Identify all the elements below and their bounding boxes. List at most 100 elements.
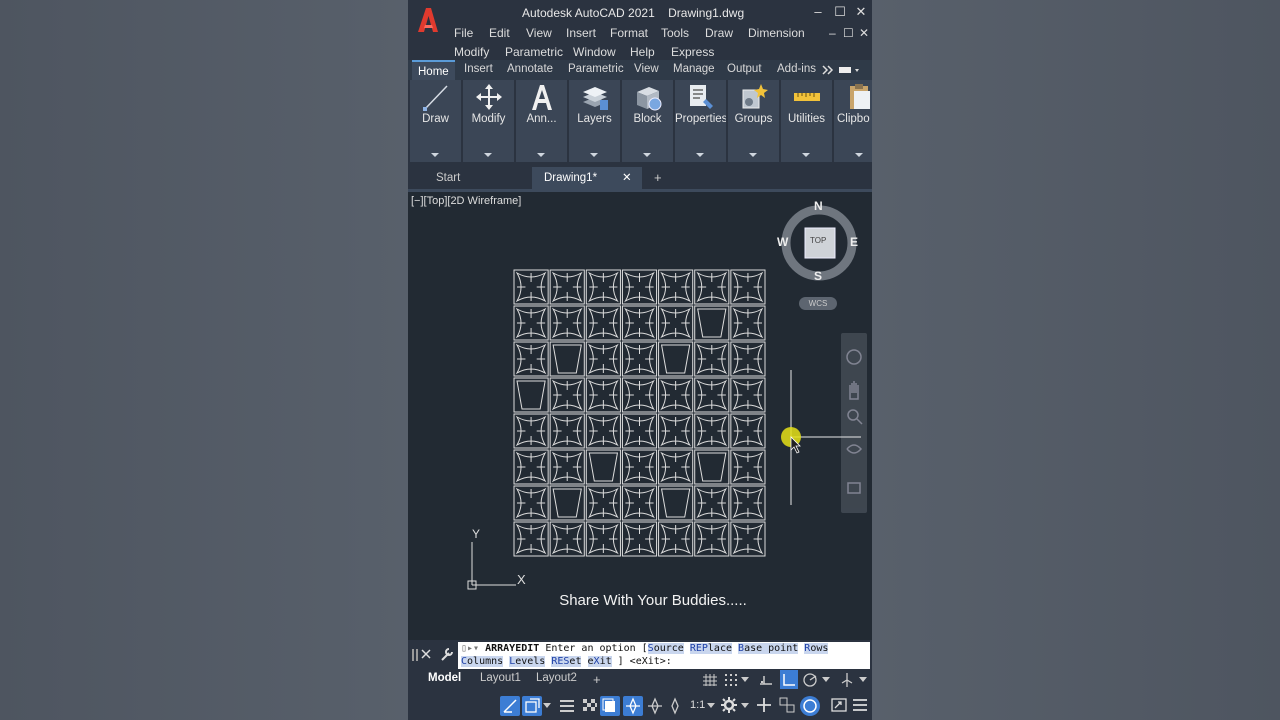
panel-annotation-dropdown-icon[interactable] bbox=[537, 153, 545, 157]
array-tile[interactable] bbox=[730, 521, 766, 557]
selection-dropdown-icon[interactable] bbox=[543, 703, 551, 709]
panel-groups-dropdown-icon[interactable] bbox=[749, 153, 757, 157]
array-tile[interactable] bbox=[513, 305, 549, 341]
dynamic-input-toggle[interactable] bbox=[500, 696, 520, 716]
array-tile[interactable] bbox=[513, 485, 549, 521]
option-source[interactable]: Source bbox=[647, 643, 684, 654]
array-tile[interactable] bbox=[621, 269, 658, 305]
workspace-dropdown-icon[interactable] bbox=[741, 703, 749, 709]
compass-south[interactable]: S bbox=[814, 269, 822, 283]
array-tile[interactable] bbox=[585, 305, 621, 341]
array-tile[interactable] bbox=[730, 485, 766, 521]
panel-modify-dropdown-icon[interactable] bbox=[484, 153, 492, 157]
isodraft-icon[interactable] bbox=[840, 672, 854, 688]
close-command-line-icon[interactable] bbox=[421, 649, 431, 659]
array-tile[interactable] bbox=[694, 413, 730, 449]
polar-tracking-icon[interactable] bbox=[802, 672, 818, 688]
array-tile[interactable] bbox=[658, 413, 694, 449]
menu-view[interactable]: View bbox=[526, 26, 552, 40]
file-tab-start[interactable]: Start bbox=[422, 167, 532, 189]
array-tile[interactable] bbox=[549, 521, 585, 557]
customization-menu-icon[interactable] bbox=[851, 696, 869, 714]
array-tile[interactable] bbox=[694, 269, 730, 305]
array-tile[interactable] bbox=[549, 341, 585, 377]
grip-icon[interactable] bbox=[411, 648, 419, 662]
compass-east[interactable]: E bbox=[850, 235, 858, 249]
grid-icon[interactable] bbox=[702, 673, 718, 687]
panel-layers-dropdown-icon[interactable] bbox=[590, 153, 598, 157]
scale-dropdown-icon[interactable] bbox=[707, 703, 715, 709]
array-tile[interactable] bbox=[585, 269, 621, 305]
add-layout-button[interactable]: + bbox=[593, 672, 601, 687]
panel-block[interactable]: Block bbox=[622, 80, 673, 162]
menu-format[interactable]: Format bbox=[610, 26, 648, 40]
minimize-button[interactable]: – bbox=[809, 4, 827, 19]
annotation-scale-icon[interactable] bbox=[666, 697, 684, 715]
new-tab-button[interactable]: + bbox=[654, 167, 662, 189]
option-rows[interactable]: Rows bbox=[804, 643, 829, 654]
panel-utilities[interactable]: Utilities bbox=[781, 80, 832, 162]
array-tile[interactable] bbox=[730, 449, 766, 485]
annotation-visibility-toggle[interactable] bbox=[623, 696, 643, 716]
quick-properties-toggle[interactable] bbox=[600, 696, 620, 716]
workspace-gear-icon[interactable] bbox=[720, 696, 738, 714]
tab-insert[interactable]: Insert bbox=[464, 63, 493, 75]
menu-edit[interactable]: Edit bbox=[489, 26, 510, 40]
tab-add-ins[interactable]: Add-ins bbox=[777, 63, 816, 75]
array-tile[interactable] bbox=[621, 341, 658, 377]
clean-screen-icon[interactable] bbox=[830, 696, 848, 714]
array-tile[interactable] bbox=[694, 521, 730, 557]
array-tile[interactable] bbox=[513, 377, 549, 413]
option-base-point[interactable]: Base point bbox=[738, 643, 799, 654]
panel-draw-dropdown-icon[interactable] bbox=[431, 153, 439, 157]
array-tile[interactable] bbox=[513, 341, 549, 377]
tab-layout1[interactable]: Layout1 bbox=[480, 672, 521, 684]
viewcube-top-face[interactable]: TOP bbox=[810, 236, 826, 245]
panel-groups[interactable]: Groups bbox=[728, 80, 779, 162]
array-tile[interactable] bbox=[621, 413, 658, 449]
close-button[interactable]: ✕ bbox=[852, 4, 870, 20]
menu-tools[interactable]: Tools bbox=[661, 26, 689, 40]
panel-annotation[interactable]: Ann... bbox=[516, 80, 567, 162]
tab-output[interactable]: Output bbox=[727, 63, 762, 75]
array-tile[interactable] bbox=[585, 377, 621, 413]
option-replace[interactable]: REPlace bbox=[689, 643, 732, 654]
drawing-area[interactable]: [−][Top][2D Wireframe] N S E W TOP WCS Y… bbox=[408, 192, 872, 640]
array-tile[interactable] bbox=[658, 305, 694, 341]
tab-manage[interactable]: Manage bbox=[673, 63, 715, 75]
compass-west[interactable]: W bbox=[777, 235, 788, 249]
array-tile[interactable] bbox=[585, 341, 621, 377]
array-tile[interactable] bbox=[694, 305, 730, 341]
array-tile[interactable] bbox=[549, 269, 585, 305]
plus-icon[interactable] bbox=[755, 696, 773, 714]
panel-modify[interactable]: Modify bbox=[463, 80, 514, 162]
tab-layout2[interactable]: Layout2 bbox=[536, 672, 577, 684]
tab-parametric[interactable]: Parametric bbox=[568, 63, 624, 75]
array-tile[interactable] bbox=[549, 377, 585, 413]
infer-constraints-icon[interactable] bbox=[758, 672, 774, 688]
close-tab-icon[interactable]: ✕ bbox=[622, 167, 632, 189]
panel-clipboard[interactable]: Clipbo bbox=[834, 80, 872, 162]
array-tile[interactable] bbox=[730, 413, 766, 449]
auto-scale-icon[interactable] bbox=[646, 697, 664, 715]
array-tile[interactable] bbox=[585, 485, 621, 521]
panel-properties[interactable]: Properties bbox=[675, 80, 726, 162]
polar-dropdown-icon[interactable] bbox=[822, 677, 830, 683]
array-tile[interactable] bbox=[549, 449, 585, 485]
array-tile[interactable] bbox=[694, 377, 730, 413]
array-tile[interactable] bbox=[694, 485, 730, 521]
array-tile[interactable] bbox=[658, 449, 694, 485]
menu-help[interactable]: Help bbox=[630, 45, 655, 59]
array-tile[interactable] bbox=[694, 449, 730, 485]
option-levels[interactable]: Levels bbox=[509, 656, 546, 667]
transparency-icon[interactable] bbox=[581, 697, 599, 715]
array-tile[interactable] bbox=[730, 305, 766, 341]
wcs-menu[interactable]: WCS bbox=[799, 297, 837, 310]
panel-clipboard-dropdown-icon[interactable] bbox=[855, 153, 863, 157]
array-tile[interactable] bbox=[621, 377, 658, 413]
lineweight-icon[interactable] bbox=[558, 697, 576, 715]
doc-close-button[interactable]: ✕ bbox=[859, 26, 869, 40]
menu-insert[interactable]: Insert bbox=[566, 26, 596, 40]
panel-block-dropdown-icon[interactable] bbox=[643, 153, 651, 157]
array-tile[interactable] bbox=[694, 341, 730, 377]
